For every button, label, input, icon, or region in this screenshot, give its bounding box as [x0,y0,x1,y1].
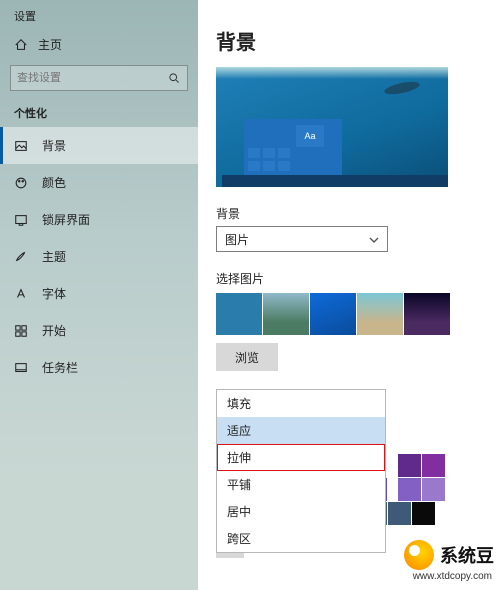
bg-label: 背景 [216,205,486,222]
preview-text-tile: Aa [296,125,324,147]
palette-icon [14,176,28,190]
brush-icon [14,250,28,264]
sidebar-item-label: 颜色 [42,174,66,191]
search-input[interactable] [17,72,167,84]
image-icon [14,139,28,153]
thumb-5[interactable] [404,293,450,335]
settings-search[interactable] [10,65,188,91]
thumb-3[interactable] [310,293,356,335]
fit-option-fit[interactable]: 适应 [217,417,385,444]
browse-button[interactable]: 浏览 [216,343,278,371]
watermark: 系统豆 [404,540,494,570]
fit-option-center[interactable]: 居中 [217,498,385,525]
select-image-label: 选择图片 [216,270,486,287]
thumb-2[interactable] [263,293,309,335]
sidebar-item-lockscreen[interactable]: 锁屏界面 [0,201,198,238]
color-swatch[interactable] [412,502,435,525]
bg-type-value: 图片 [225,231,249,248]
fit-option-tile[interactable]: 平铺 [217,471,385,498]
fit-option-span[interactable]: 跨区 [217,525,385,552]
home-icon [14,38,28,52]
content-pane: 背景 Aa 背景 图片 选择图片 浏览 填充 适应 拉伸 平铺 [198,0,500,590]
lock-icon [14,213,28,227]
fit-option-stretch[interactable]: 拉伸 [217,444,385,471]
font-icon [14,287,28,301]
thumb-1[interactable] [216,293,262,335]
bg-type-select[interactable]: 图片 [216,226,388,252]
chevron-down-icon [369,234,379,244]
sidebar-item-label: 背景 [42,137,66,154]
thumb-4[interactable] [357,293,403,335]
search-icon [167,71,181,85]
sidebar-item-label: 开始 [42,322,66,339]
sidebar-item-themes[interactable]: 主题 [0,238,198,275]
taskbar-icon [14,361,28,375]
image-thumbnails [216,293,486,335]
color-swatch[interactable] [422,454,445,477]
watermark-text: 系统豆 [440,542,494,568]
sidebar-item-background[interactable]: 背景 [0,127,198,164]
color-swatch[interactable] [398,454,421,477]
sidebar-category: 个性化 [0,91,198,127]
home-link[interactable]: 主页 [0,24,198,63]
home-label: 主页 [38,36,62,53]
color-swatch[interactable] [388,502,411,525]
sidebar-item-label: 字体 [42,285,66,302]
settings-sidebar: 设置 主页 个性化 背景 颜色 锁屏界面 主题 [0,0,198,590]
sidebar-item-fonts[interactable]: 字体 [0,275,198,312]
sidebar-item-label: 锁屏界面 [42,211,90,228]
sidebar-item-taskbar[interactable]: 任务栏 [0,349,198,386]
sidebar-item-label: 主题 [42,248,66,265]
sidebar-item-label: 任务栏 [42,359,78,376]
fit-mode-dropdown: 填充 适应 拉伸 平铺 居中 跨区 [216,389,386,553]
settings-title: 设置 [0,0,198,24]
sidebar-item-start[interactable]: 开始 [0,312,198,349]
watermark-logo-icon [404,540,434,570]
start-icon [14,324,28,338]
sidebar-item-colors[interactable]: 颜色 [0,164,198,201]
fit-option-fill[interactable]: 填充 [217,390,385,417]
watermark-url: www.xtdcopy.com [413,571,492,582]
page-title: 背景 [216,26,486,55]
desktop-preview: Aa [216,67,448,187]
